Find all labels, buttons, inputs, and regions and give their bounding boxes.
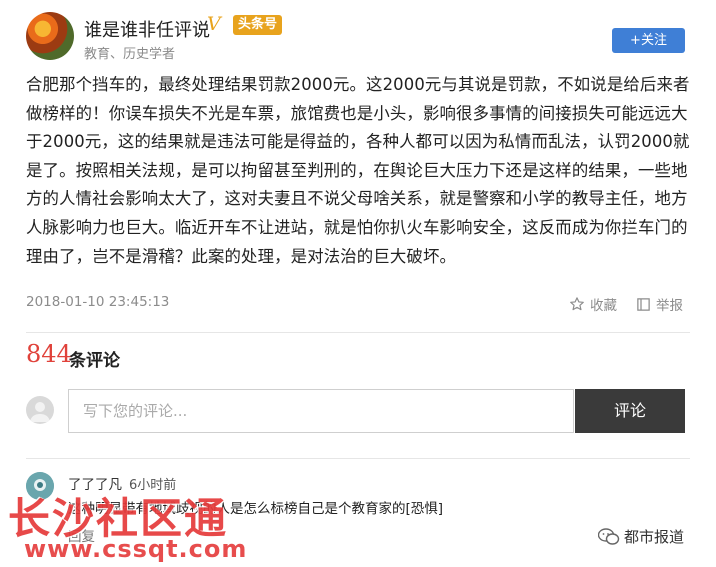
current-user-avatar [26,396,54,424]
comment-count-label: 条评论 [69,351,120,371]
source-watermark: 都市报道 [598,526,684,547]
report-label: 举报 [656,298,683,314]
comment-input[interactable]: 写下您的评论... [68,389,574,433]
author-name[interactable]: 谁是谁非任评说 [84,16,210,42]
verified-icon: V [207,13,221,35]
source-label: 都市报道 [624,528,685,546]
watermark-site-url: www.cssqt.com [24,535,248,563]
author-tags: 教育、历史学者 [84,47,176,62]
author-avatar[interactable] [26,12,74,60]
report-flag-icon [637,297,650,311]
post-body: 合肥那个挡车的，最终处理结果罚款2000元。这2000元与其说是罚款，不如说是给… [26,75,690,266]
follow-button[interactable]: +关注 [612,28,685,53]
star-outline-icon [570,297,584,311]
report-button[interactable]: 举报 [636,294,683,314]
divider [26,332,690,333]
favorite-label: 收藏 [590,298,617,314]
wechat-icon [598,527,620,545]
toutiao-badge: 头条号 [233,15,283,35]
submit-comment-button[interactable]: 评论 [575,389,685,433]
divider [26,458,690,459]
default-avatar-icon [30,402,50,422]
favorite-button[interactable]: 收藏 [569,294,617,314]
post-timestamp: 2018-01-10 23:45:13 [26,294,170,310]
comment-count: 844 [26,340,72,368]
